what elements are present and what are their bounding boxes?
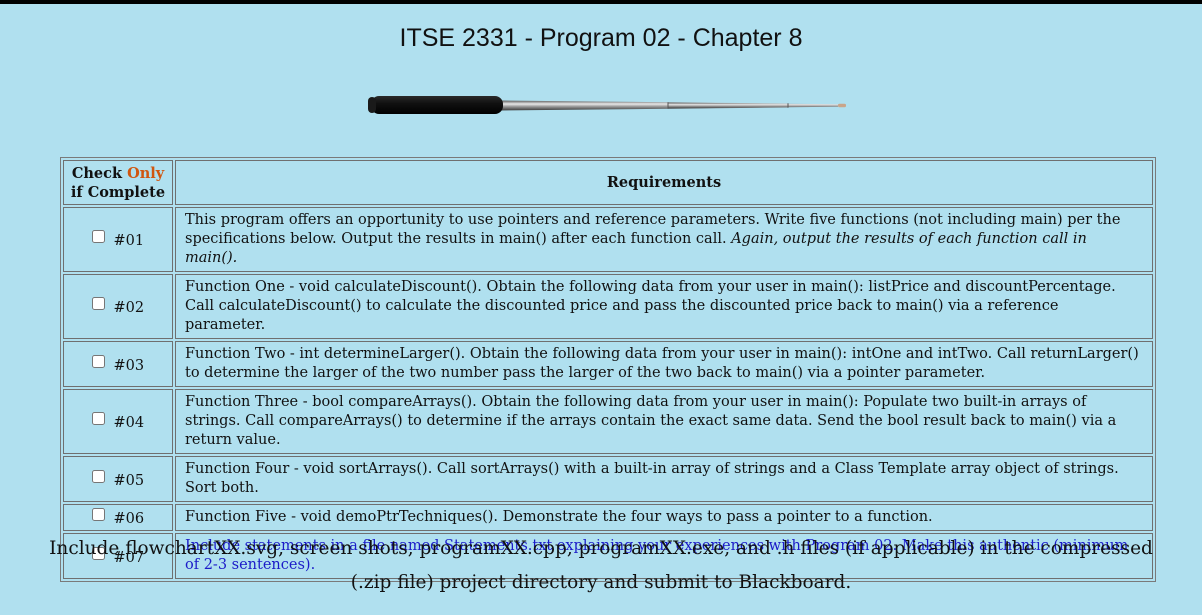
complete-checkbox-04[interactable] [91,412,105,425]
complete-checkbox-03[interactable] [91,354,105,368]
table-header-row: Check Only if Complete Requirements [63,160,1153,205]
telescoping-pointer-image [368,96,846,114]
page-title: ITSE 2331 - Program 02 - Chapter 8 [399,24,803,52]
check-header-suffix: if Complete [70,183,166,201]
table-row: #04 Function Three - bool compareArrays(… [63,389,1153,454]
submission-instructions: Include flowchartXX.svg, screen shots, p… [49,538,1153,593]
requirement-text: Function Three - bool compareArrays(). O… [175,389,1153,454]
table-row: #03 Function Two - int determineLarger()… [63,341,1153,387]
requirement-text: Function Two - int determineLarger(). Ob… [175,341,1153,387]
requirement-number: #05 [113,472,145,489]
complete-checkbox-05[interactable] [91,469,105,483]
check-header-prefix: Check [71,164,122,182]
requirement-text: Function Five - void demoPtrTechniques()… [175,504,1153,531]
table-row: #06 Function Five - void demoPtrTechniqu… [63,504,1153,531]
table-row: #05 Function Four - void sortArrays(). C… [63,456,1153,502]
requirement-number: #01 [113,233,145,249]
complete-checkbox-06[interactable] [91,508,105,521]
requirements-column-header: Requirements [175,160,1153,205]
requirement-number: #04 [113,415,145,431]
check-header-only: Only [127,164,165,182]
check-cell: #06 [63,504,173,531]
requirement-text: Function One - void calculateDiscount().… [175,274,1153,339]
requirement-number: #03 [113,357,145,374]
check-cell: #01 [63,207,173,272]
requirement-number: #02 [113,300,145,316]
check-column-header: Check Only if Complete [63,160,173,205]
table-row: #01 This program offers an opportunity t… [63,207,1153,272]
complete-checkbox-02[interactable] [91,297,105,310]
check-cell: #03 [63,341,173,387]
check-cell: #04 [63,389,173,454]
requirements-table: Check Only if Complete Requirements #01 … [60,157,1156,582]
requirement-number: #06 [113,511,145,527]
requirement-text: This program offers an opportunity to us… [175,207,1153,272]
table-row: #02 Function One - void calculateDiscoun… [63,274,1153,339]
check-cell: #02 [63,274,173,339]
check-cell: #05 [63,456,173,502]
requirement-text: Function Four - void sortArrays(). Call … [175,456,1153,502]
complete-checkbox-01[interactable] [91,230,105,243]
